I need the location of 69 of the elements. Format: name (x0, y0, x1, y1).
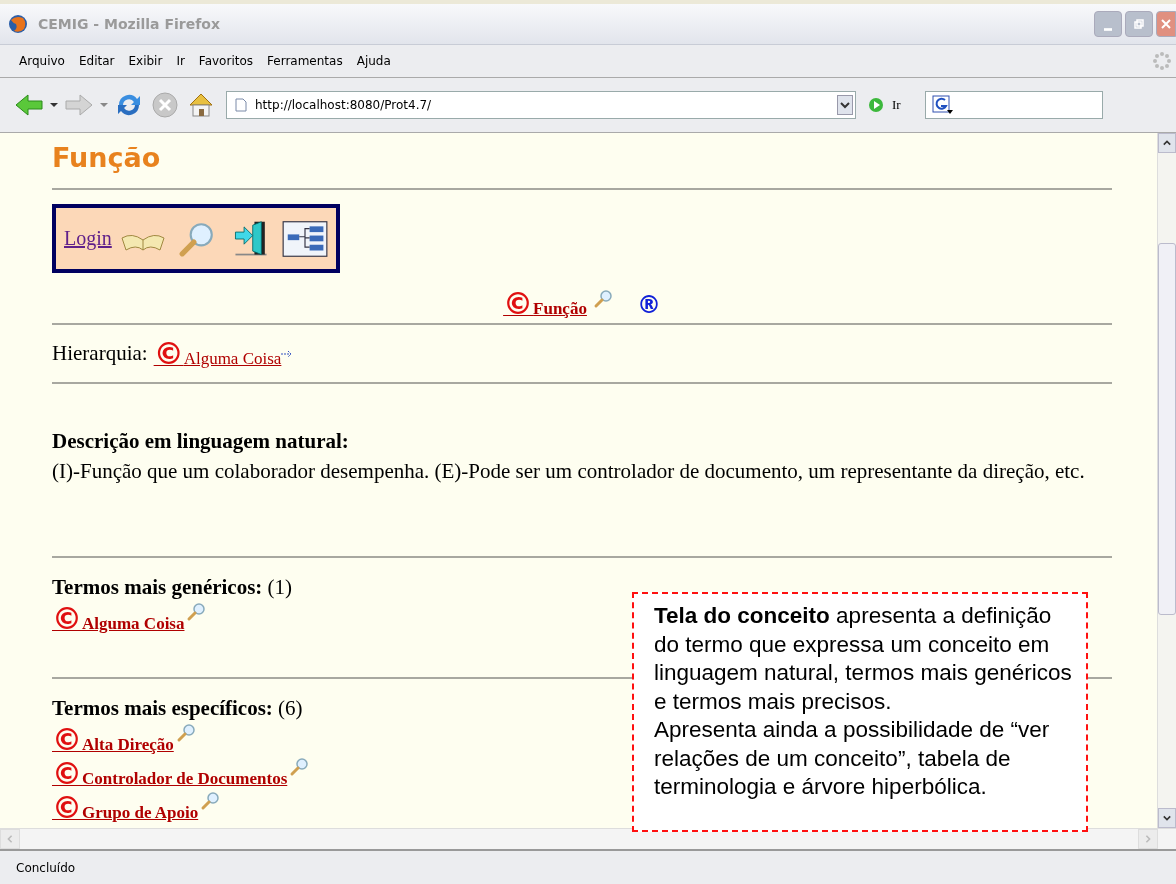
arrow-icon (281, 349, 294, 358)
scrollbar-thumb[interactable] (1158, 243, 1176, 615)
go-button[interactable]: Ir (862, 97, 907, 113)
magnifier-icon[interactable] (592, 289, 613, 309)
concept-icon: © (52, 790, 82, 825)
menu-item[interactable]: Exibir (121, 52, 170, 70)
hierarchy-label: Hierarquia: (52, 341, 148, 366)
description-text: (I)-Função que um colaborador desempenha. (E)-Pode ser um controlador de documento, um representante da direção, etc. (52, 458, 1086, 485)
section-title: Termos mais específicos: (52, 696, 273, 720)
term-link[interactable]: ©Alta Direção (52, 725, 174, 755)
term-link[interactable]: ©Grupo de Apoio (52, 793, 199, 823)
concept-icon: © (52, 601, 82, 636)
address-field[interactable]: http://localhost:8080/Prot4.7/ (226, 91, 856, 119)
page-icon (235, 98, 247, 112)
magnifier-icon[interactable] (200, 791, 221, 811)
caret-down-icon (1163, 814, 1171, 822)
tree-diagram-icon[interactable] (281, 219, 328, 258)
concept-icon: © (503, 286, 534, 321)
magnifier-icon[interactable] (289, 757, 310, 777)
menu-item[interactable]: Ir (169, 52, 192, 70)
vertical-scrollbar[interactable] (1157, 133, 1176, 828)
relations-link[interactable]: ® (636, 291, 661, 319)
play-icon (868, 97, 884, 113)
concept-link[interactable]: ©Função (503, 289, 587, 319)
forward-arrow-icon[interactable] (64, 91, 94, 119)
dropdown-icon[interactable] (50, 102, 58, 108)
caret-up-icon (1163, 139, 1171, 147)
menu-item[interactable]: Arquivo (12, 52, 72, 70)
scroll-left-button[interactable] (0, 829, 20, 849)
page-heading: Função (52, 141, 162, 175)
menu-item[interactable]: Favoritos (191, 52, 261, 70)
stop-icon[interactable] (150, 91, 180, 119)
concept-icon: © (153, 335, 184, 371)
term-count: (1) (267, 575, 293, 599)
caret-left-icon (6, 835, 14, 843)
close-icon (1161, 19, 1171, 29)
restore-icon (1134, 19, 1144, 29)
search-engine-icon (931, 95, 954, 115)
term-link[interactable]: ©Alguma Coisa (52, 604, 185, 634)
scroll-up-button[interactable] (1158, 133, 1176, 153)
menu-item[interactable]: Ferramentas (260, 52, 350, 70)
login-link[interactable]: Login (64, 227, 112, 250)
term-count: (6) (278, 696, 303, 720)
menu-item[interactable]: Ajuda (349, 52, 398, 70)
magnifier-icon[interactable] (175, 723, 196, 743)
section-title: Termos mais genéricos: (52, 575, 263, 599)
hierarchy-link[interactable]: ©Alguma Coisa (153, 338, 282, 369)
callout-text: Apresenta ainda a possibilidade de “ver relações de um conceito”, tabela de terminologia e árvore hiperbólica. (654, 716, 1051, 801)
minimize-icon (1104, 27, 1112, 31)
concept-icon: © (52, 756, 82, 791)
caret-right-icon (1144, 835, 1152, 843)
scroll-down-button[interactable] (1158, 808, 1176, 828)
status-text: Concluído (16, 861, 76, 875)
throbber-icon (1152, 51, 1172, 71)
back-arrow-icon[interactable] (14, 91, 44, 119)
concept-icon: © (52, 722, 82, 757)
menu-item[interactable]: Editar (71, 52, 122, 70)
search-field[interactable] (924, 91, 1103, 119)
close-button[interactable] (1156, 11, 1176, 37)
term-link[interactable]: ©Controlador de Documentos (52, 759, 288, 789)
horizontal-scrollbar[interactable] (0, 828, 1176, 849)
globe-icon (8, 14, 28, 34)
minimize-button[interactable] (1094, 11, 1122, 37)
restore-button[interactable] (1125, 11, 1153, 37)
callout-text: Tela do conceito apresenta a definição do termo que expressa um conceito em linguagem natural, termos mais genéricos e termos mais precisos. (654, 602, 1073, 716)
dropdown-icon[interactable] (837, 95, 853, 115)
magnifier-icon[interactable] (186, 602, 207, 622)
description-title: Descrição em linguagem natural: (52, 428, 350, 454)
window-title: CEMIG - Mozilla Firefox (38, 16, 220, 32)
